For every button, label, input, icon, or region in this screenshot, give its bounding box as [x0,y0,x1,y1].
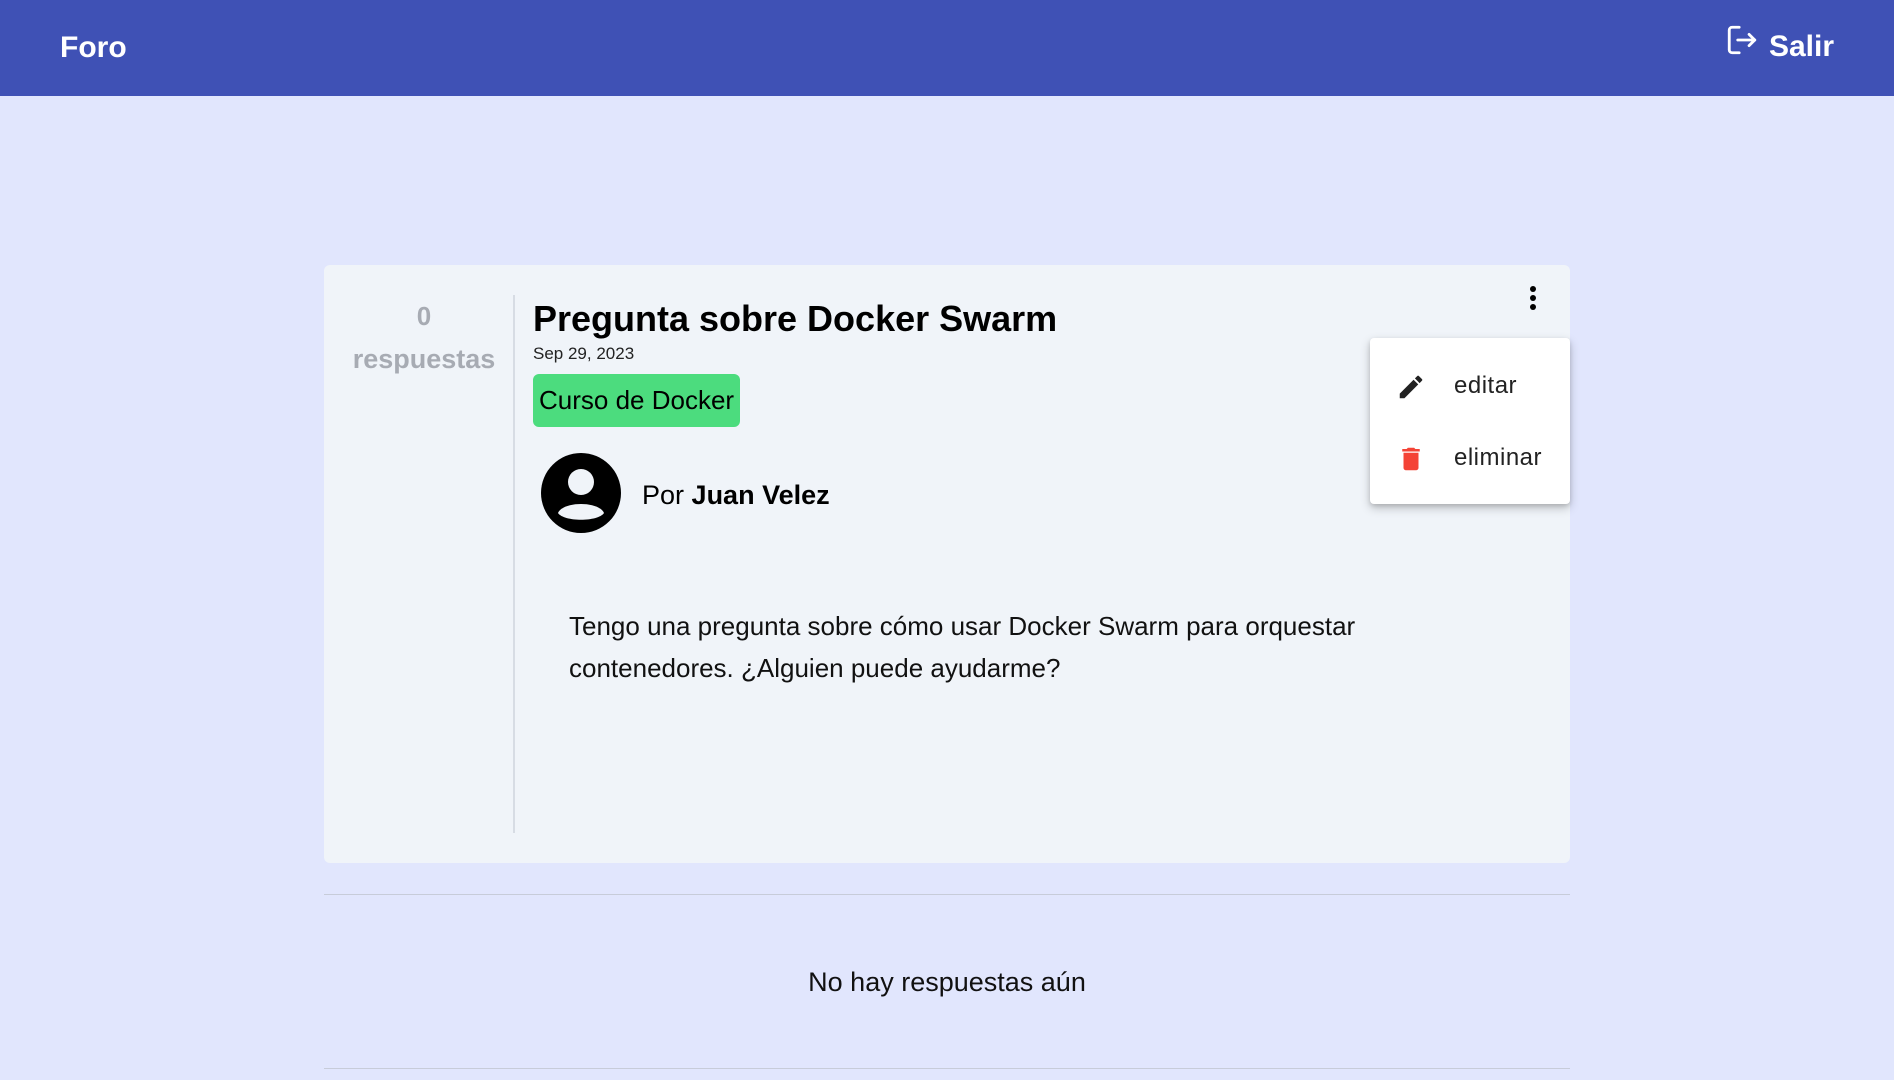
post-date: Sep 29, 2023 [533,344,635,363]
menu-item-label: editar [1454,372,1518,399]
menu-item-label: eliminar [1454,444,1543,471]
post-body: Tengo una pregunta sobre cómo usar Docke… [569,611,1356,683]
top-app-bar: Foro Salir [0,0,1894,96]
author-name: Juan Velez [691,480,830,510]
avatar-icon [541,453,621,533]
post-title: Pregunta sobre Docker Swarm [533,298,1058,339]
app-title[interactable]: Foro [60,28,127,68]
answers-label: respuestas [352,344,496,374]
no-replies-message: No hay respuestas aún [808,967,1086,997]
vertical-divider [513,295,515,833]
logout-icon [1727,25,1757,55]
post-options-menu: editar eliminar [1370,338,1570,504]
menu-item-delete[interactable]: eliminar [1370,422,1570,494]
more-options-icon[interactable] [1518,283,1548,313]
divider [324,1068,1570,1069]
logout-button[interactable]: Salir [1725,22,1834,72]
logout-label: Salir [1768,30,1834,63]
course-tag[interactable]: Curso de Docker [533,374,741,427]
answers-counter: 0 respuestas [324,265,514,863]
divider [324,894,1570,895]
post-author: Por Juan Velez [642,479,830,511]
answers-count: 0 [416,301,432,331]
pencil-icon [1399,375,1423,399]
trash-icon [1402,447,1420,471]
menu-item-edit[interactable]: editar [1370,350,1570,422]
author-prefix: Por [642,480,685,510]
